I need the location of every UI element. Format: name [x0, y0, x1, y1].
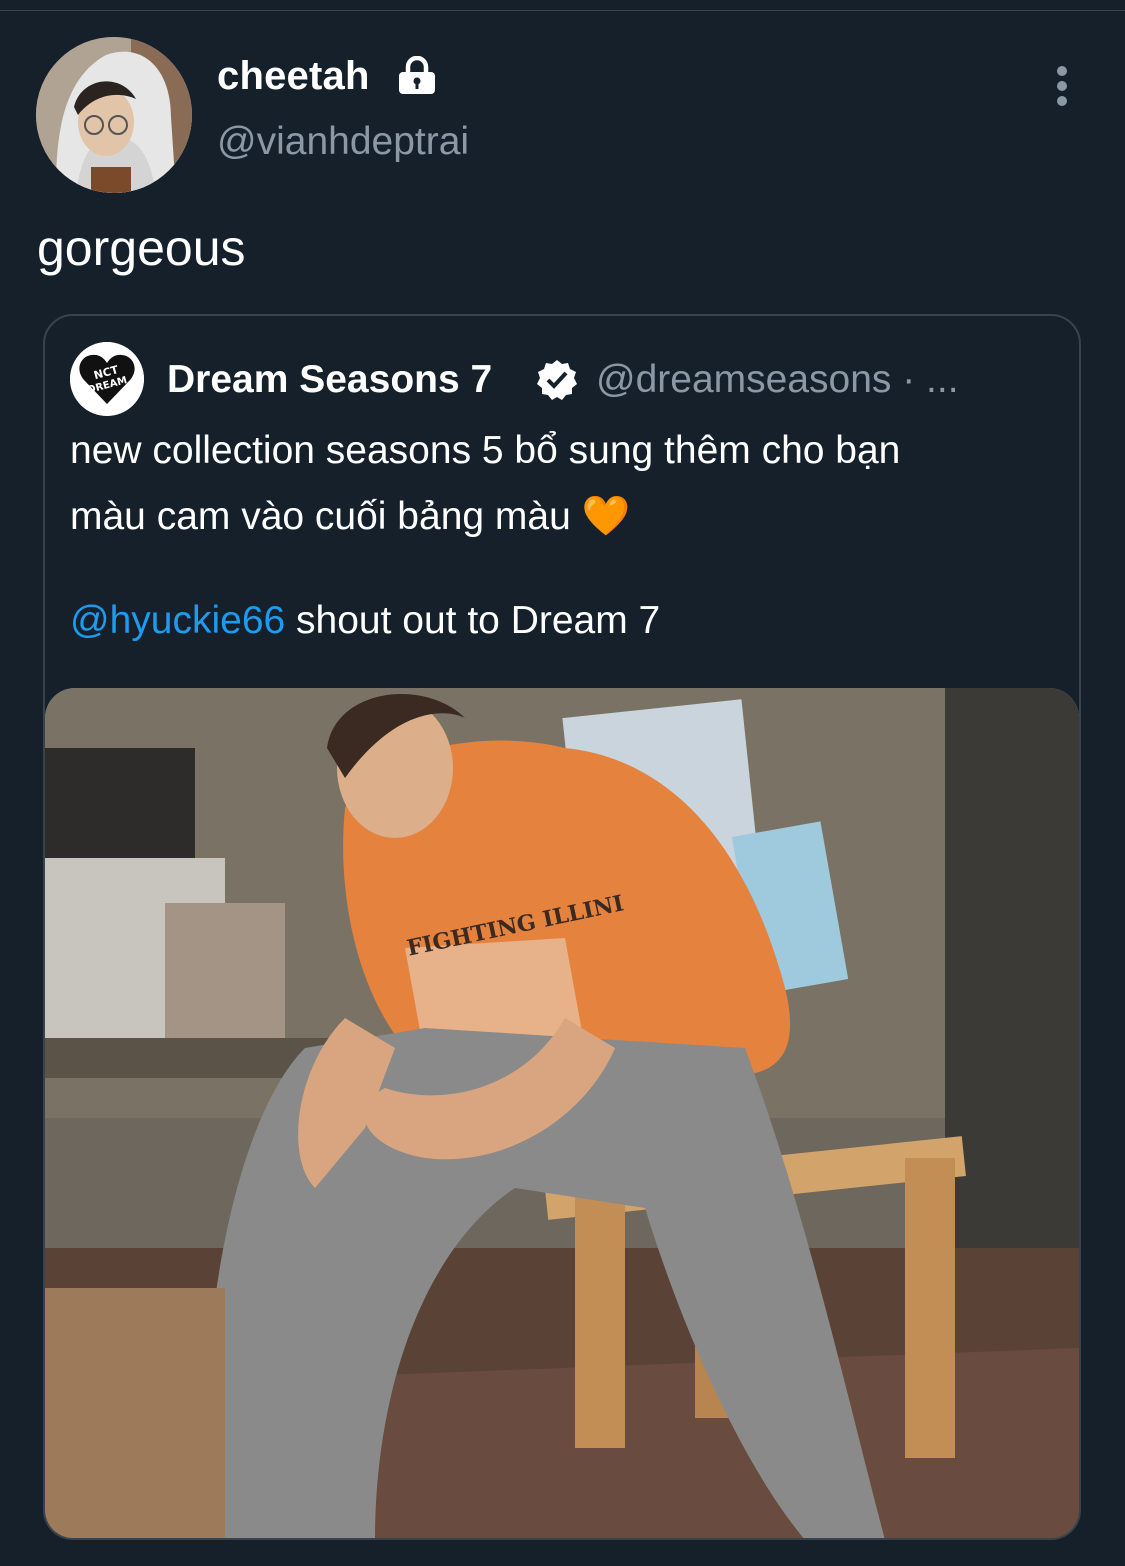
- tweet-text: gorgeous: [37, 220, 246, 276]
- author-avatar[interactable]: [36, 37, 192, 193]
- quoted-handle[interactable]: @dreamseasons · ...: [596, 354, 959, 406]
- nct-dream-logo-icon: NCT DREAM: [70, 342, 144, 416]
- quoted-text: new collection seasons 5 bổ sung thêm ch…: [70, 418, 1060, 654]
- author-display-name[interactable]: cheetah: [217, 52, 370, 100]
- quoted-line-3-text: shout out to Dream 7: [285, 599, 661, 642]
- quoted-tweet-card[interactable]: NCT DREAM Dream Seasons 7 @dreamseasons …: [43, 314, 1081, 1540]
- quoted-display-name[interactable]: Dream Seasons 7: [167, 354, 492, 406]
- quoted-line-2: màu cam vào cuối bảng màu 🧡: [70, 495, 631, 538]
- quoted-media-image[interactable]: FIGHTING ILLINI: [45, 688, 1079, 1538]
- mention-link[interactable]: @hyuckie66: [70, 599, 285, 642]
- top-divider: [0, 0, 1125, 11]
- lock-icon: [399, 56, 435, 94]
- quoted-avatar[interactable]: NCT DREAM: [70, 342, 144, 416]
- author-handle[interactable]: @vianhdeptrai: [217, 118, 469, 166]
- photo-person-orange-shirt: [45, 688, 1079, 1538]
- more-options-icon[interactable]: [1046, 64, 1078, 108]
- profile-photo-image: [36, 37, 192, 193]
- quoted-line-1: new collection seasons 5 bổ sung thêm ch…: [70, 429, 901, 472]
- quoted-line-3: @hyuckie66 shout out to Dream 7: [70, 588, 1060, 654]
- verified-badge-icon: [537, 360, 577, 400]
